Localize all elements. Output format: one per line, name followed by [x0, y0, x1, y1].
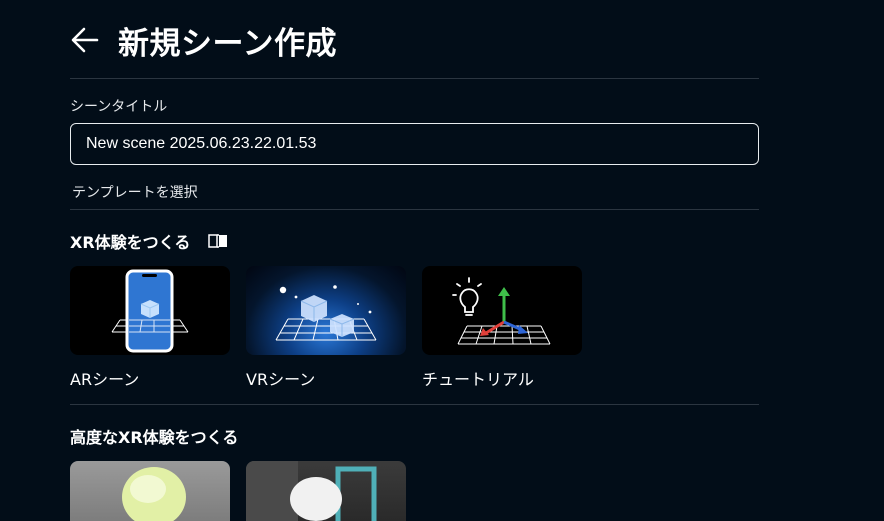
advanced-card-2[interactable]	[246, 461, 406, 521]
ar-scene-thumbnail	[70, 266, 230, 355]
phone-cube-grid-icon	[111, 269, 189, 353]
book-icon	[208, 234, 228, 248]
advanced-card-1[interactable]	[70, 461, 230, 521]
tutorial-card[interactable]: チュートリアル	[422, 266, 582, 390]
back-button[interactable]	[70, 24, 102, 56]
arrow-left-icon	[71, 27, 99, 53]
ar-scene-card[interactable]: ARシーン	[70, 266, 230, 390]
new-scene-page: 新規シーン作成 シーンタイトル テンプレートを選択 XR体験をつくる	[70, 0, 759, 521]
template-cards: ARシーン VRシーン チュートリアル	[70, 266, 582, 390]
page-title: 新規シーン作成	[118, 25, 337, 62]
green-sphere-icon	[122, 467, 186, 521]
advanced-template-cards	[70, 461, 406, 521]
page-header: 新規シーン作成	[70, 18, 759, 62]
tutorial-thumbnail	[422, 266, 582, 355]
vr-scene-card[interactable]: VRシーン	[246, 266, 406, 390]
vr-scene-thumbnail	[246, 266, 406, 355]
bulb-axes-grid-icon	[452, 277, 551, 345]
advanced-section-title: 高度なXR体験をつくる	[70, 428, 239, 447]
scene-title-label: シーンタイトル	[70, 99, 168, 115]
template-select-label: テンプレートを選択	[72, 185, 198, 201]
section-divider	[70, 404, 759, 405]
advanced-section-heading: 高度なXR体験をつくる	[70, 424, 238, 448]
scene-title-input[interactable]	[70, 123, 759, 165]
vr-scene-label: VRシーン	[246, 370, 316, 389]
guide-button[interactable]	[208, 232, 230, 250]
xr-section-title: XR体験をつくる	[70, 233, 191, 252]
template-divider	[70, 209, 759, 210]
xr-section-heading: XR体験をつくる	[70, 229, 230, 253]
tutorial-label: チュートリアル	[422, 370, 534, 389]
white-sphere-frame-icon	[246, 461, 377, 521]
header-divider	[70, 78, 759, 79]
cubes-grid-icon	[275, 285, 377, 341]
ar-scene-label: ARシーン	[70, 370, 140, 389]
